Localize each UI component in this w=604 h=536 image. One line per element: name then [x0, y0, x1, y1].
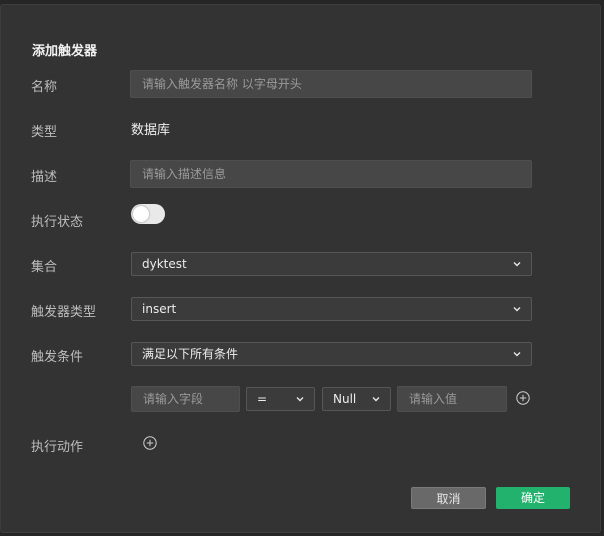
condition-value-input[interactable]: 请输入值 — [397, 386, 507, 412]
dialog-title: 添加触发器 — [32, 44, 98, 59]
chevron-down-icon — [296, 397, 304, 402]
chevron-down-icon — [513, 352, 521, 357]
chevron-down-icon — [513, 307, 521, 312]
type-label: 类型 — [31, 125, 58, 140]
description-label: 描述 — [31, 170, 58, 185]
description-input[interactable]: 请输入描述信息 — [130, 160, 532, 188]
condition-operator-select[interactable]: = — [246, 387, 315, 411]
name-label: 名称 — [31, 80, 58, 95]
status-toggle[interactable] — [131, 204, 165, 224]
trigger-type-label: 触发器类型 — [31, 305, 97, 320]
chevron-down-icon — [513, 262, 521, 267]
add-action-icon[interactable] — [143, 436, 157, 450]
condition-label: 触发条件 — [31, 350, 84, 365]
condition-value-type-select[interactable]: Null — [322, 387, 391, 411]
type-value: 数据库 — [131, 123, 171, 138]
cancel-button[interactable]: 取消 — [411, 487, 486, 509]
condition-operator-value: = — [257, 392, 268, 406]
collection-label: 集合 — [31, 260, 58, 275]
condition-select[interactable]: 满足以下所有条件 — [131, 342, 532, 366]
action-label: 执行动作 — [31, 440, 84, 455]
chevron-down-icon — [372, 397, 380, 402]
confirm-button[interactable]: 确定 — [496, 487, 570, 509]
collection-select-value: dyktest — [142, 257, 187, 271]
condition-value-type-value: Null — [333, 392, 357, 406]
condition-field-input[interactable]: 请输入字段 — [131, 386, 240, 412]
add-condition-icon[interactable] — [516, 391, 530, 405]
collection-select[interactable]: dyktest — [131, 252, 532, 276]
name-input[interactable]: 请输入触发器名称 以字母开头 — [130, 70, 532, 98]
status-label: 执行状态 — [31, 215, 84, 230]
trigger-type-select[interactable]: insert — [131, 297, 532, 321]
condition-select-value: 满足以下所有条件 — [142, 347, 239, 361]
toggle-knob — [133, 206, 149, 222]
trigger-type-select-value: insert — [142, 302, 177, 316]
